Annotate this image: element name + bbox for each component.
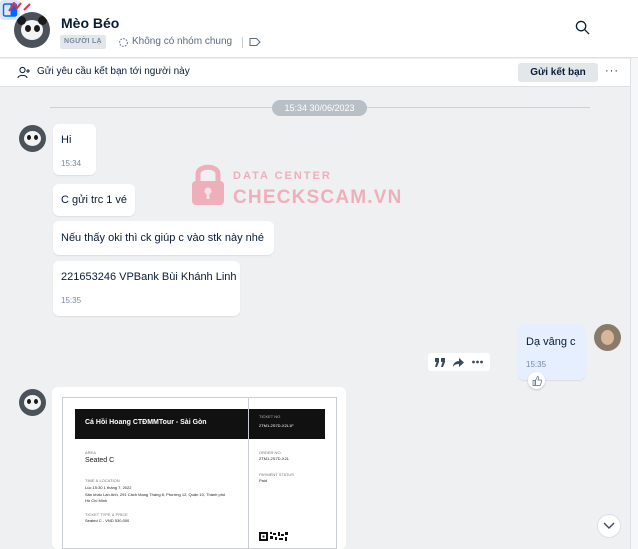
scroll-to-bottom-button[interactable]: [597, 514, 621, 538]
thumbs-up-icon: [532, 375, 542, 386]
tag-icon[interactable]: [249, 37, 261, 47]
common-group-label: Không có nhóm chung: [132, 36, 233, 47]
ticket-type-label: TICKET TYPE & PRICE: [85, 512, 128, 517]
more-options-icon[interactable]: ···: [605, 65, 619, 77]
ticket-area-label: AREA: [85, 450, 96, 455]
friend-request-bar: Gửi yêu cầu kết bạn tới người này Gửi kế…: [0, 59, 638, 87]
message-time: 15:35: [526, 360, 547, 369]
lock-icon: [192, 164, 224, 205]
common-group-link[interactable]: Không có nhóm chung: [118, 35, 232, 49]
red-corner-mark: [8, 2, 31, 12]
ticket-area-value: Seated C: [85, 457, 115, 464]
watermark-line1: DATA CENTER: [233, 170, 332, 182]
message-text: 221653246 VPBank Bùi Khánh Linh: [61, 271, 237, 283]
send-friend-request-button[interactable]: Gửi kết bạn: [518, 63, 598, 82]
qr-code-icon: [259, 532, 288, 541]
message-bubble[interactable]: 221653246 VPBank Bùi Khánh Linh 15:35: [53, 261, 240, 316]
message-text: C gửi trc 1 vé: [61, 194, 128, 206]
chat-window: Mèo Béo NGƯỜI LẠ Không có nhóm chung Gửi…: [0, 0, 638, 549]
ticket-order-label: ORDER NO.: [259, 450, 282, 455]
conversation-header: Mèo Béo NGƯỜI LẠ Không có nhóm chung: [0, 0, 638, 58]
checkscam-watermark: DATA CENTER CHECKSCAM.VN: [190, 158, 403, 218]
right-panel-edge: [630, 58, 638, 549]
message-action-bar: [428, 353, 490, 371]
ticket-no-label: TICKET NO.: [259, 414, 282, 419]
contact-avatar[interactable]: [14, 12, 50, 48]
forward-icon[interactable]: [453, 357, 465, 367]
message-time: 15:35: [61, 296, 82, 305]
date-separator: 15:34 30/06/2023: [272, 100, 367, 116]
message-text: Dạ vâng c: [526, 336, 576, 348]
ticket-divider: [248, 398, 249, 548]
message-text: Nếu thấy oki thì ck giúp c vào stk này n…: [61, 232, 265, 244]
image-message[interactable]: Cá Hồi Hoang CTĐMMTour - Sài Gòn AREA Se…: [52, 387, 346, 549]
my-avatar[interactable]: [594, 324, 621, 351]
ticket-time-label: TIME & LOCATION: [85, 478, 120, 483]
sender-avatar[interactable]: [19, 389, 46, 416]
add-friend-icon: [17, 66, 30, 79]
message-bubble[interactable]: Hi 15:34: [53, 124, 96, 175]
contact-name[interactable]: Mèo Béo: [61, 15, 119, 31]
ticket-time-value: Lúc 15:30 1 tháng 7, 2022: [85, 485, 132, 490]
ticket-no-value: 2TM1-2S7D-X2L1F: [259, 423, 294, 428]
ticket-status-label: PAYMENT STATUS: [259, 472, 294, 477]
sender-avatar[interactable]: [19, 125, 46, 152]
group-icon: [119, 37, 128, 47]
quote-icon[interactable]: [434, 357, 446, 367]
message-text: Hi: [61, 134, 72, 146]
search-icon[interactable]: [575, 20, 590, 35]
ticket-image[interactable]: Cá Hồi Hoang CTĐMMTour - Sài Gòn AREA Se…: [62, 397, 337, 549]
friend-request-text: Gửi yêu cầu kết bạn tới người này: [37, 66, 190, 77]
message-bubble[interactable]: Nếu thấy oki thì ck giúp c vào stk này n…: [53, 221, 274, 255]
ticket-title: Cá Hồi Hoang CTĐMMTour - Sài Gòn: [85, 419, 207, 426]
watermark-line2: CHECKSCAM.VN: [233, 187, 403, 208]
ticket-location-line2: Hồ Chí Minh: [85, 498, 108, 503]
ticket-order-value: 2TM1-2S7D-X2L: [259, 456, 290, 461]
react-button[interactable]: [528, 372, 545, 389]
more-actions-icon[interactable]: [472, 360, 484, 364]
chevron-down-icon: [603, 522, 615, 529]
header-divider: [242, 37, 243, 48]
my-message-bubble[interactable]: Dạ vâng c 15:35: [518, 324, 585, 380]
ticket-type-value: Seated C - VND 530,000: [85, 518, 130, 523]
stranger-badge: NGƯỜI LẠ: [60, 35, 106, 49]
ticket-status-value: Paid: [259, 478, 268, 483]
ticket-location-line1: Sân khấu Lan Anh, 291 Cách Mạng Tháng 8,…: [85, 492, 226, 497]
message-list[interactable]: 15:34 30/06/2023 Hi 15:34 C gửi trc 1 vé…: [0, 88, 630, 549]
message-bubble[interactable]: C gửi trc 1 vé: [53, 184, 135, 216]
message-time: 15:34: [61, 159, 82, 168]
